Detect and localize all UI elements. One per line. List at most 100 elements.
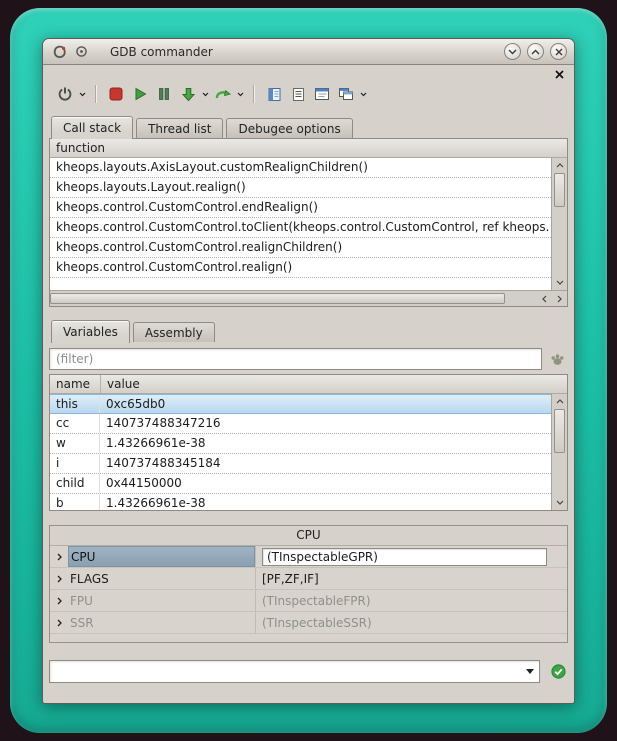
tab-call-stack[interactable]: Call stack: [51, 116, 133, 139]
expand-icon[interactable]: [50, 546, 68, 567]
call-stack-row[interactable]: kheops.control.CustomControl.endRealign(…: [50, 198, 551, 218]
step-down-arrow-icon: [181, 87, 196, 102]
cpu-row[interactable]: SSR (TInspectableSSR): [50, 612, 567, 634]
call-stack-panel: function kheops.layouts.AxisLayout.custo…: [49, 138, 568, 307]
call-stack-row[interactable]: kheops.control.CustomControl.realignChil…: [50, 238, 551, 258]
scroll-left-icon[interactable]: [537, 291, 552, 306]
scrollbar-thumb[interactable]: [554, 409, 565, 453]
call-stack-header[interactable]: function: [50, 139, 567, 158]
register-group-label: FPU: [70, 594, 93, 608]
register-value: (TInspectableFPR): [262, 594, 371, 608]
app-icon: [50, 43, 67, 60]
windows-button[interactable]: [334, 82, 358, 106]
scroll-down-icon[interactable]: [552, 275, 567, 290]
call-stack-row[interactable]: kheops.layouts.AxisLayout.customRealignC…: [50, 158, 551, 178]
register-value: [PF,ZF,IF]: [262, 572, 319, 586]
call-stack-hscrollbar[interactable]: [50, 290, 567, 306]
cpu-register-grid: CPU (TInspectableGPR) FLAGS [PF,ZF,IF] F…: [50, 545, 567, 642]
shade-button[interactable]: [504, 43, 521, 60]
frame-text: kheops.control.CustomControl.endRealign(…: [56, 198, 318, 217]
play-icon: [133, 87, 147, 101]
column-divider[interactable]: [100, 375, 101, 393]
maximize-button[interactable]: [527, 43, 544, 60]
scroll-right-icon[interactable]: [552, 291, 567, 306]
combo-dropdown-button[interactable]: [521, 661, 539, 682]
gdb-commander-window: GDB commander: [42, 38, 575, 704]
paw-icon: [550, 352, 565, 366]
window-title: GDB commander: [110, 45, 213, 59]
tab-label: Assembly: [145, 326, 203, 340]
tab-label: Debugee options: [238, 122, 340, 136]
frame-button[interactable]: [310, 82, 334, 106]
scroll-up-icon[interactable]: [552, 394, 567, 409]
pin-icon[interactable]: [73, 43, 90, 60]
windows-dropdown-button[interactable]: [358, 82, 369, 106]
step-over-dropdown-button[interactable]: [235, 82, 246, 106]
filter-row: [49, 347, 568, 370]
call-stack-vscrollbar[interactable]: [551, 158, 567, 290]
gdb-command-combobox[interactable]: [49, 660, 540, 683]
window-content: Call stack Thread list Debugee options f…: [43, 65, 574, 703]
expand-icon[interactable]: [50, 612, 68, 633]
pause-icon: [157, 87, 171, 101]
call-stack-row[interactable]: kheops.control.CustomControl.toClient(kh…: [50, 218, 551, 238]
register-value-editor[interactable]: (TInspectableGPR): [262, 548, 547, 566]
frame-text: kheops.control.CustomControl.toClient(kh…: [56, 218, 549, 237]
step-over-button[interactable]: [211, 82, 235, 106]
cpu-row[interactable]: CPU (TInspectableGPR): [50, 546, 567, 568]
call-stack-rows: kheops.layouts.AxisLayout.customRealignC…: [50, 158, 551, 290]
variable-row[interactable]: this 0xc65db0: [50, 394, 551, 414]
filter-options-button[interactable]: [546, 348, 568, 370]
mid-tab-bar: Variables Assembly: [49, 319, 568, 342]
tab-variables[interactable]: Variables: [51, 320, 130, 343]
variable-name: cc: [56, 414, 100, 433]
text-doc-icon: [291, 87, 306, 102]
filter-input[interactable]: [49, 348, 542, 370]
scrollbar-thumb[interactable]: [554, 173, 565, 207]
expand-icon[interactable]: [50, 568, 68, 589]
variables-vscrollbar[interactable]: [551, 394, 567, 510]
chevron-down-icon: [237, 92, 244, 97]
variable-name: child: [56, 474, 100, 493]
list-button[interactable]: [286, 82, 310, 106]
expand-icon[interactable]: [50, 590, 68, 611]
close-button[interactable]: [550, 43, 567, 60]
step-dropdown-button[interactable]: [200, 82, 211, 106]
cpu-row[interactable]: FLAGS [PF,ZF,IF]: [50, 568, 567, 590]
variables-header[interactable]: name value: [50, 375, 567, 394]
panel-close-button[interactable]: [552, 68, 566, 80]
power-button[interactable]: [53, 82, 77, 106]
send-command-button[interactable]: [548, 661, 568, 681]
variable-row[interactable]: cc 140737488347216: [50, 414, 551, 434]
value-column-header: value: [107, 377, 140, 391]
variable-value: 1.43266961e-38: [100, 494, 206, 510]
scroll-up-icon[interactable]: [552, 158, 567, 173]
variable-value: 140737488347216: [100, 414, 221, 433]
variable-row[interactable]: i 140737488345184: [50, 454, 551, 474]
tab-assembly[interactable]: Assembly: [133, 322, 215, 342]
register-group-label: SSR: [70, 616, 94, 630]
tab-debugee-options[interactable]: Debugee options: [226, 118, 352, 138]
tab-label: Thread list: [148, 122, 211, 136]
variable-row[interactable]: b 1.43266961e-38: [50, 494, 551, 510]
call-stack-row[interactable]: kheops.layouts.Layout.realign(): [50, 178, 551, 198]
variable-value: 0xc65db0: [100, 395, 165, 413]
scrollbar-thumb[interactable]: [50, 293, 505, 304]
gdb-command-input[interactable]: [50, 661, 521, 682]
step-button[interactable]: [176, 82, 200, 106]
titlebar[interactable]: GDB commander: [43, 39, 574, 65]
stop-button[interactable]: [104, 82, 128, 106]
variable-row[interactable]: child 0x44150000: [50, 474, 551, 494]
doc-button[interactable]: [262, 82, 286, 106]
tab-thread-list[interactable]: Thread list: [136, 118, 223, 138]
variables-rows: this 0xc65db0 cc 140737488347216 w 1.432…: [50, 394, 551, 510]
scroll-down-icon[interactable]: [552, 495, 567, 510]
variable-row[interactable]: w 1.43266961e-38: [50, 434, 551, 454]
ok-check-icon: [550, 663, 567, 680]
call-stack-row[interactable]: kheops.control.CustomControl.realign(): [50, 258, 551, 278]
variable-value: 0x44150000: [100, 474, 182, 493]
pause-button[interactable]: [152, 82, 176, 106]
cpu-row[interactable]: FPU (TInspectableFPR): [50, 590, 567, 612]
power-dropdown-button[interactable]: [77, 82, 88, 106]
run-button[interactable]: [128, 82, 152, 106]
